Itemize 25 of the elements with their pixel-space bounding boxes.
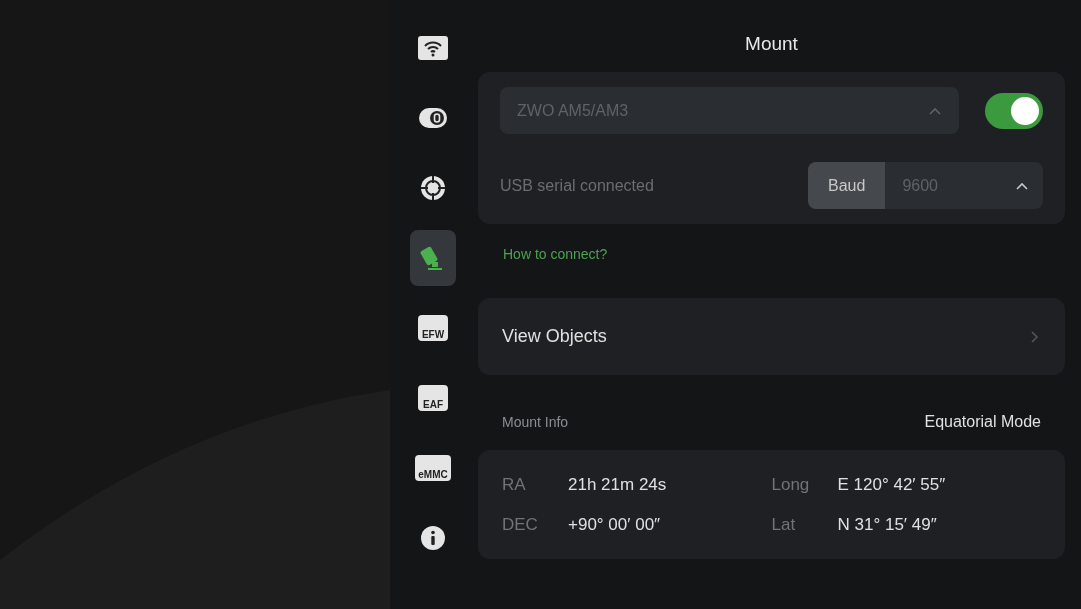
help-link[interactable]: How to connect?: [503, 244, 1065, 265]
sidebar-tab[interactable]: EAF: [410, 370, 456, 426]
crosshair-icon: [420, 175, 446, 201]
field-label: DEC: [502, 513, 539, 536]
section-label: Mount Info: [502, 412, 569, 432]
view-objects-row[interactable]: View Objects: [478, 298, 1065, 375]
field-value: N 31° 15′ 49″: [837, 513, 937, 536]
device-badge-icon: EFW: [418, 315, 448, 341]
connection-status: USB serial connected: [500, 175, 654, 196]
camera-icon: [418, 106, 448, 130]
field-label: Long: [771, 474, 811, 496]
sidebar-tab[interactable]: EFW: [410, 300, 456, 356]
field-label: RA: [502, 474, 527, 496]
mode-label: Equatorial Mode: [924, 412, 1041, 432]
page-title: Mount: [744, 32, 799, 56]
wifi-icon: [418, 36, 448, 60]
sidebar-tab[interactable]: eMMC: [410, 440, 456, 496]
field-value: E 120° 42′ 55″: [837, 474, 946, 496]
device-badge-icon: EAF: [418, 385, 448, 411]
field-value: +90° 00′ 00″: [568, 513, 661, 536]
field-label: Lat: [771, 513, 797, 536]
field-value: 21h 21m 24s: [568, 474, 667, 496]
connection-toggle[interactable]: [985, 92, 1043, 129]
info-icon: [420, 525, 446, 551]
device-badge-icon: eMMC: [415, 455, 451, 481]
